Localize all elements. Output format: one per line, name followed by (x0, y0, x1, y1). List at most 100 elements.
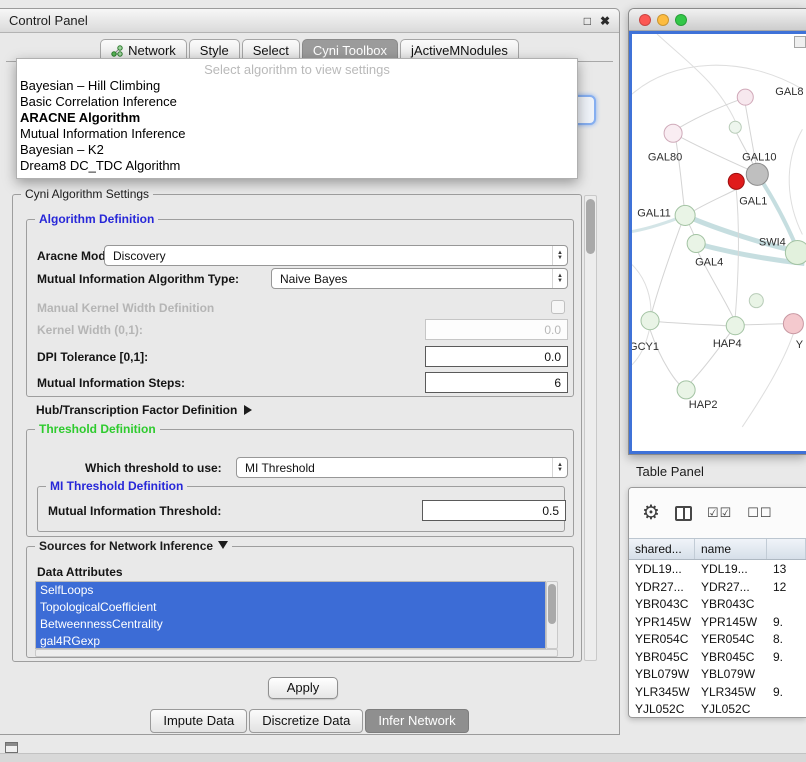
tab-impute-data[interactable]: Impute Data (150, 709, 247, 733)
table-cell: 12 (767, 578, 806, 596)
dropdown-item[interactable]: Bayesian – Hill Climbing (17, 78, 577, 94)
table-row[interactable]: YJL052CYJL052C (629, 700, 806, 718)
threshold-definition-group: Threshold Definition Which threshold to … (26, 429, 574, 537)
dropdown-item-selected[interactable]: ARACNE Algorithm (17, 110, 577, 126)
which-threshold-combobox[interactable]: MI Threshold ▲▼ (236, 457, 568, 478)
table-row[interactable]: YBR045CYBR045C9. (629, 648, 806, 666)
attribute-item-selected[interactable]: gal4RGexp (36, 633, 545, 649)
combobox-value: Naive Bayes (280, 272, 347, 286)
network-node[interactable] (677, 381, 695, 399)
table-body: YDL19...YDL19...13YDR27...YDR27...12YBR0… (629, 560, 806, 718)
data-attributes-list: SelfLoops TopologicalCoefficient Between… (35, 581, 546, 649)
table-panel: ⚙ ☑☑ ☐☐ shared... name YDL19...YDL19...1… (628, 487, 806, 718)
attributes-scrollbar[interactable] (546, 581, 558, 649)
table-panel-title: Table Panel (636, 464, 704, 479)
kernel-width-field[interactable]: 0.0 (425, 319, 568, 340)
attribute-item-selected[interactable]: SelfLoops (36, 582, 545, 599)
table-cell: YDL19... (629, 560, 695, 578)
table-cell: YLR345W (629, 683, 695, 701)
tab-label: jActiveMNodules (411, 43, 508, 58)
float-window-icon[interactable]: □ (584, 14, 591, 28)
hub-definition-toggle[interactable]: Hub/Transcription Factor Definition (36, 403, 252, 417)
aracne-mode-combobox[interactable]: Discovery ▲▼ (104, 245, 568, 266)
column-header[interactable] (767, 539, 806, 559)
sources-toggle[interactable]: Sources for Network Inference (35, 539, 232, 553)
attribute-item-selected[interactable]: TopologicalCoefficient (36, 599, 545, 616)
table-row[interactable]: YLR345WYLR345W9. (629, 683, 806, 701)
column-selector-icon[interactable] (675, 506, 692, 521)
close-window-icon[interactable]: ✖ (600, 14, 610, 28)
network-node[interactable] (641, 312, 659, 330)
gear-icon[interactable]: ⚙ (642, 503, 660, 523)
zoom-traffic-light-icon[interactable] (675, 14, 687, 26)
table-cell: YBR043C (695, 595, 767, 613)
scrollbar-thumb[interactable] (586, 199, 595, 254)
combobox-value: Discovery (113, 249, 166, 263)
table-row[interactable]: YBR043CYBR043C (629, 595, 806, 613)
table-row[interactable]: YDL19...YDL19...13 (629, 560, 806, 578)
network-node[interactable] (737, 89, 753, 105)
manual-kernel-checkbox[interactable] (551, 300, 565, 314)
network-node[interactable] (749, 294, 763, 308)
network-node[interactable] (728, 173, 744, 189)
mi-threshold-field[interactable]: 0.5 (422, 500, 566, 521)
deselect-all-checkboxes-icon[interactable]: ☐☐ (747, 505, 772, 521)
network-graph: GAL8GAL80GAL10GAL1GAL11SWI4GAL4GCY1HAP4H… (632, 34, 806, 451)
sources-group: Sources for Network Inference Data Attri… (26, 546, 574, 658)
network-node-label: GAL80 (648, 151, 682, 163)
network-node[interactable] (729, 121, 741, 133)
mi-threshold-definition-group: MI Threshold Definition Mutual Informati… (37, 486, 565, 532)
dropdown-item[interactable]: Basic Correlation Inference (17, 94, 577, 110)
expand-arrow-icon[interactable] (244, 405, 252, 415)
combobox-stepper-icon[interactable]: ▲▼ (552, 246, 567, 265)
column-header-name[interactable]: name (695, 539, 767, 559)
close-traffic-light-icon[interactable] (639, 14, 651, 26)
network-node[interactable] (746, 163, 768, 185)
network-window-titlebar (629, 9, 806, 31)
table-row[interactable]: YDR27...YDR27...12 (629, 578, 806, 596)
table-row[interactable]: YBL079WYBL079W (629, 665, 806, 683)
table-row[interactable]: YPR145WYPR145W9. (629, 613, 806, 631)
network-node[interactable] (675, 205, 695, 225)
settings-scrollbar[interactable] (584, 195, 597, 661)
manual-kernel-label: Manual Kernel Width Definition (37, 301, 214, 315)
tab-discretize-data[interactable]: Discretize Data (249, 709, 363, 733)
tab-label: Style (200, 43, 229, 58)
restore-control-panel-icon[interactable] (5, 742, 18, 753)
network-node[interactable] (785, 240, 806, 264)
network-node[interactable] (664, 124, 682, 142)
dropdown-item[interactable]: Mutual Information Inference (17, 126, 577, 142)
scrollbar-thumb[interactable] (548, 584, 556, 624)
network-node[interactable] (783, 314, 803, 334)
combobox-value: MI Threshold (245, 461, 315, 475)
network-node-label: Y (796, 339, 804, 351)
window-title: Control Panel (9, 13, 88, 28)
combobox-stepper-icon[interactable]: ▲▼ (552, 269, 567, 288)
attributes-hscrollbar[interactable] (35, 649, 558, 657)
table-cell (767, 665, 806, 683)
attribute-item-selected[interactable]: BetweennessCentrality (36, 616, 545, 633)
dpi-tolerance-field[interactable]: 0.0 (425, 346, 568, 367)
dpi-tolerance-label: DPI Tolerance [0,1]: (37, 350, 148, 364)
dropdown-item[interactable]: Bayesian – K2 (17, 142, 577, 158)
mi-type-label: Mutual Information Algorithm Type: (37, 272, 239, 286)
select-all-checkboxes-icon[interactable]: ☑☑ (707, 505, 732, 521)
network-canvas[interactable]: GAL8GAL80GAL10GAL1GAL11SWI4GAL4GCY1HAP4H… (629, 31, 806, 454)
which-threshold-label: Which threshold to use: (85, 461, 222, 475)
network-node-label: GAL8 (775, 86, 803, 98)
network-node[interactable] (726, 317, 744, 335)
table-row[interactable]: YER054CYER054C8. (629, 630, 806, 648)
minimize-traffic-light-icon[interactable] (657, 14, 669, 26)
dropdown-item[interactable]: Dream8 DC_TDC Algorithm (17, 158, 577, 174)
mi-type-combobox[interactable]: Naive Bayes ▲▼ (271, 268, 568, 289)
column-header-shared-name[interactable]: shared... (629, 539, 695, 559)
mi-steps-field[interactable]: 6 (425, 372, 568, 393)
scrollbar-corner-icon[interactable] (794, 36, 806, 48)
combobox-stepper-icon[interactable]: ▲▼ (552, 458, 567, 477)
algorithm-definition-group: Algorithm Definition Aracne Mode: Discov… (26, 219, 574, 397)
bottom-tab-bar: Impute Data Discretize Data Infer Networ… (0, 709, 619, 733)
tab-infer-network[interactable]: Infer Network (365, 709, 468, 733)
apply-button[interactable]: Apply (268, 677, 338, 699)
collapse-arrow-icon[interactable] (218, 541, 228, 549)
network-node[interactable] (687, 234, 705, 252)
